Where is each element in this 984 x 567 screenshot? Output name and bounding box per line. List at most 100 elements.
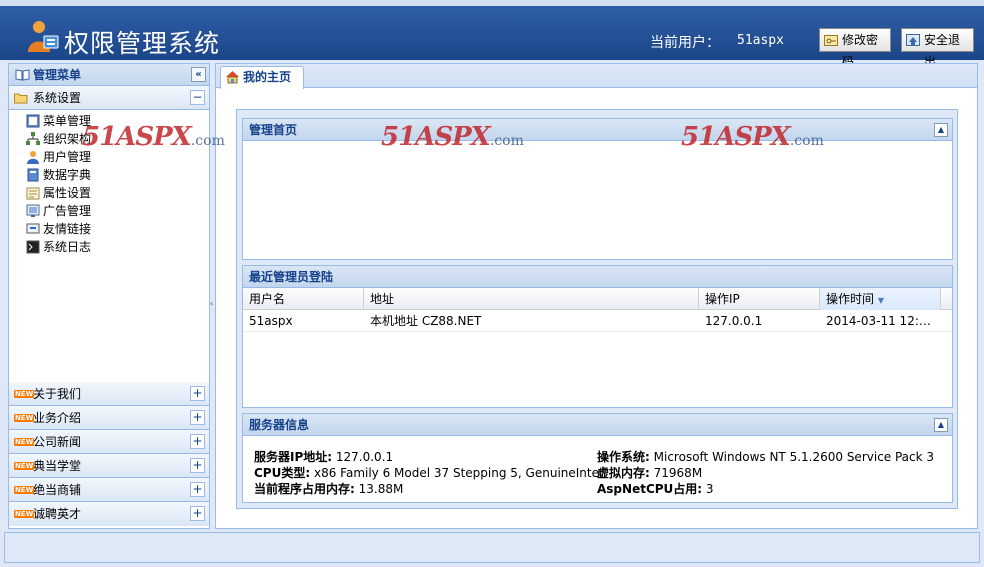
properties-icon [26,187,40,200]
menu-item-label: 组织架构 [43,132,92,146]
menu-item-menu-management[interactable]: 菜单管理 [9,112,209,130]
info-label: AspNetCPU占用: [597,482,703,496]
portlet-recent-logins: 最近管理员登陆 用户名 地址 操作IP 操作时间 ▼ 51aspx 本机地址 C… [242,265,953,408]
tab-label: 我的主页 [243,70,292,84]
login-grid-header: 用户名 地址 操作IP 操作时间 ▼ [243,288,952,310]
info-value: 127.0.0.1 [335,450,394,464]
accordion-label: 典当学堂 [33,459,82,473]
cell-username: 51aspx [249,314,293,328]
accordion-collapse-button[interactable]: − [190,90,205,105]
accordion-label: 业务介绍 [33,411,82,425]
accordion-pawn-school[interactable]: NEW 典当学堂 + [9,454,209,478]
portlet-title: 最近管理员登陆 [249,270,334,284]
collapse-left-panel-button[interactable]: « [191,67,206,82]
new-badge-icon: NEW [14,438,35,446]
change-password-button[interactable]: 修改密码 [819,28,891,69]
menu-item-label: 属性设置 [43,186,92,200]
column-header-ip[interactable]: 操作IP [699,288,820,310]
menu-item-organization[interactable]: 组织架构 [9,130,209,148]
menu-item-ad-management[interactable]: 广告管理 [9,202,209,220]
accordion-company-news[interactable]: NEW 公司新闻 + [9,430,209,454]
new-badge-icon: NEW [14,486,35,494]
new-badge-icon: NEW [14,390,35,398]
portlet-header: 服务器信息 ▲ [243,414,952,436]
info-label: CPU类型: [254,466,311,480]
panel-splitter[interactable]: ‹ [210,63,214,529]
menu-item-label: 系统日志 [43,240,92,254]
splitter-arrow-icon[interactable]: ‹ [210,299,213,308]
sort-desc-icon: ▼ [877,296,884,305]
accordion-business-intro[interactable]: NEW 业务介绍 + [9,406,209,430]
accordion-label: 系统设置 [33,91,82,105]
accordion-about-us[interactable]: NEW 关于我们 + [9,382,209,406]
accordion-label: 公司新闻 [33,435,82,449]
info-label: 当前程序占用内存: [254,482,355,496]
portlet-title: 服务器信息 [249,418,310,432]
current-user-label: 当前用户： [650,35,720,51]
accordion-expand-button[interactable]: + [190,386,205,401]
cell-ip: 127.0.0.1 [705,314,763,328]
open-book-icon [15,69,30,81]
info-label: 操作系统: [597,450,650,464]
main-tab-panel: 我的主页 管理首页 ▲ 最近管理员登陆 用户名 地址 操作IP 操作时间 ▼ 5… [215,63,978,529]
menu-panel-header: 管理菜单 « [9,64,209,86]
logout-button[interactable]: 安全退出 [901,28,974,69]
home-icon [226,71,239,84]
accordion-label: 关于我们 [33,387,82,401]
menu-item-friend-links[interactable]: 友情链接 [9,220,209,238]
portlet-collapse-button[interactable]: ▲ [934,418,948,432]
link-icon [26,223,40,234]
new-badge-icon: NEW [14,510,35,518]
aspnet-cpu-row: AspNetCPU占用: 3 [597,480,714,497]
info-label: 虚拟内存: [597,466,650,480]
system-menu-list: 菜单管理 组织架构 用户管理 数据字典 属性设置 广告管理 友情链接 系统日志 [9,110,209,382]
column-header-label: 操作时间 [826,292,875,306]
server-info-body: 服务器IP地址: 127.0.0.1 操作系统: Microsoft Windo… [243,436,952,498]
cell-time: 2014-03-11 12:30... [826,314,938,328]
portlet-admin-home: 管理首页 ▲ [242,118,953,260]
menu-item-label: 数据字典 [43,168,92,182]
menu-item-system-log[interactable]: 系统日志 [9,238,209,256]
cpu-type-row: CPU类型: x86 Family 6 Model 37 Stepping 5,… [254,464,602,481]
server-ip-row: 服务器IP地址: 127.0.0.1 [254,448,393,465]
portlet-title: 管理首页 [249,123,298,137]
accordion-careers[interactable]: NEW 诚聘英才 + [9,502,209,526]
column-header-username[interactable]: 用户名 [243,288,364,310]
app-memory-row: 当前程序占用内存: 13.88M [254,480,403,497]
accordion-expand-button[interactable]: + [190,458,205,473]
column-header-time[interactable]: 操作时间 ▼ [820,288,941,310]
accordion-expand-button[interactable]: + [190,434,205,449]
app-title: 权限管理系统 [64,29,221,58]
menu-item-data-dictionary[interactable]: 数据字典 [9,166,209,184]
portlet-header: 最近管理员登陆 [243,266,952,288]
new-badge-icon: NEW [14,414,35,422]
portlet-collapse-button[interactable]: ▲ [934,123,948,137]
accordion-expand-button[interactable]: + [190,410,205,425]
menu-panel-title: 管理菜单 [33,68,82,82]
book-icon [26,114,40,128]
virtual-memory-row: 虚拟内存: 71968M [597,464,702,481]
info-value: Microsoft Windows NT 5.1.2600 Service Pa… [653,450,935,464]
column-header-address[interactable]: 地址 [364,288,699,310]
info-value: 13.88M [358,482,404,496]
menu-item-user-management[interactable]: 用户管理 [9,148,209,166]
dictionary-icon [27,168,39,182]
tab-my-home[interactable]: 我的主页 [220,66,304,89]
menu-item-label: 用户管理 [43,150,92,164]
accordion-expand-button[interactable]: + [190,482,205,497]
folder-open-icon [14,93,28,104]
console-icon [26,240,40,254]
accordion-system-settings[interactable]: 系统设置 − [9,86,209,110]
menu-item-properties[interactable]: 属性设置 [9,184,209,202]
accordion-expand-button[interactable]: + [190,506,205,521]
app-header: 权限管理系统 当前用户： 51aspx 修改密码 安全退出 [0,0,984,69]
accordion-pawn-shop[interactable]: NEW 绝当商铺 + [9,478,209,502]
info-value: x86 Family 6 Model 37 Stepping 5, Genuin… [313,466,603,480]
new-badge-icon: NEW [14,462,35,470]
user-icon [27,151,39,164]
table-row[interactable]: 51aspx 本机地址 CZ88.NET 127.0.0.1 2014-03-1… [243,310,952,332]
accordion-label: 绝当商铺 [33,483,82,497]
cell-address: 本机地址 CZ88.NET [370,314,482,328]
menu-item-label: 菜单管理 [43,114,92,128]
key-icon [824,35,838,46]
